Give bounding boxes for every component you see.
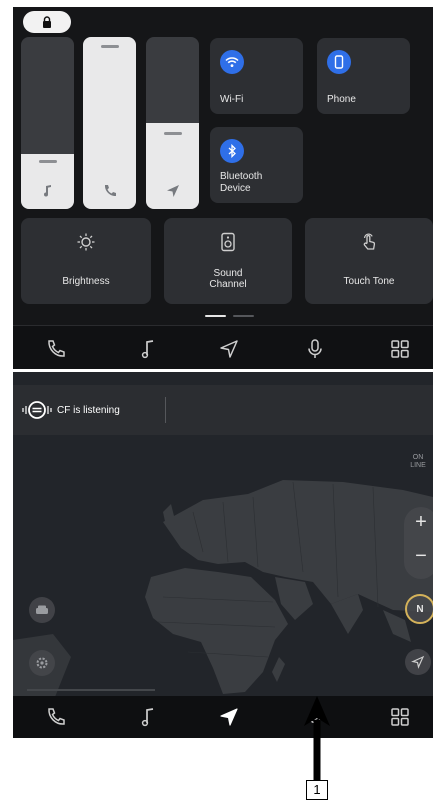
music-note-icon (43, 185, 51, 197)
recenter-button[interactable] (405, 649, 431, 675)
bar-divider (165, 397, 166, 423)
music-note-icon[interactable] (138, 338, 160, 360)
phone-icon[interactable] (45, 706, 67, 728)
navigation-arrow-icon (166, 185, 179, 197)
page-dot-active (205, 315, 226, 317)
voice-assistant-logo-icon (22, 401, 52, 419)
phone-label: Phone (327, 94, 356, 105)
callout-arrow (304, 696, 330, 780)
lock-button[interactable] (23, 11, 71, 33)
media-volume-slider[interactable] (21, 37, 74, 209)
touch-tone-tile[interactable]: Touch Tone (305, 218, 433, 304)
zoom-in-button[interactable]: + (404, 511, 433, 534)
phone-icon (104, 185, 116, 197)
wifi-tile[interactable]: Wi-Fi (210, 38, 303, 114)
speaker-icon (221, 232, 235, 252)
brightness-tile[interactable]: Brightness (21, 218, 151, 304)
brightness-icon (77, 233, 95, 251)
listening-status-text: CF is listening (57, 404, 120, 416)
bottom-nav (13, 325, 433, 369)
touch-hand-icon (363, 233, 376, 250)
navigation-arrow-icon (411, 655, 425, 669)
slider-handle[interactable] (38, 160, 57, 163)
map-settings-button[interactable] (29, 650, 55, 676)
touch-tone-label: Touch Tone (343, 276, 395, 287)
voice-assistant-bar[interactable]: CF is listening (13, 385, 433, 435)
control-center-panel: Wi-Fi Phone Bluetooth Device Brightness … (13, 7, 433, 369)
phone-icon[interactable] (45, 338, 67, 360)
bluetooth-tile[interactable]: Bluetooth Device (210, 127, 303, 203)
compass-button[interactable]: N (405, 594, 433, 624)
phone-tile[interactable]: Phone (317, 38, 410, 114)
slider-handle[interactable] (163, 132, 182, 135)
map-layers-button[interactable] (29, 597, 55, 623)
zoom-controls: + − (404, 507, 433, 579)
wifi-label: Wi-Fi (220, 94, 244, 105)
page-dot (233, 315, 254, 317)
bottom-nav (13, 696, 433, 738)
zoom-out-button[interactable]: − (404, 545, 433, 568)
lock-icon (43, 16, 51, 28)
sound-channel-label: Sound Channel (209, 268, 247, 290)
gear-icon (36, 657, 48, 669)
apps-grid-icon[interactable] (389, 706, 411, 728)
navigation-arrow-icon-active[interactable] (218, 706, 240, 728)
bluetooth-icon (228, 144, 236, 158)
page-indicator (13, 315, 433, 319)
map-listening-panel: CF is listening ON LINE + − N (13, 372, 433, 738)
compass-north-label: N (416, 603, 424, 615)
brightness-label: Brightness (62, 276, 110, 287)
online-badge: ON LINE (410, 454, 426, 469)
apps-grid-icon[interactable] (389, 338, 411, 360)
phone-volume-slider[interactable] (83, 37, 136, 209)
microphone-icon[interactable] (304, 338, 326, 360)
navigation-arrow-icon[interactable] (218, 338, 240, 360)
car-icon (36, 605, 48, 614)
wifi-icon (225, 57, 239, 67)
callout-label: 1 (306, 780, 328, 800)
navigation-volume-slider[interactable] (146, 37, 199, 209)
music-note-icon[interactable] (138, 706, 160, 728)
smartphone-icon (334, 55, 344, 69)
slider-handle[interactable] (100, 45, 119, 48)
sound-channel-tile[interactable]: Sound Channel (164, 218, 292, 304)
bluetooth-label: Bluetooth Device (220, 171, 263, 194)
